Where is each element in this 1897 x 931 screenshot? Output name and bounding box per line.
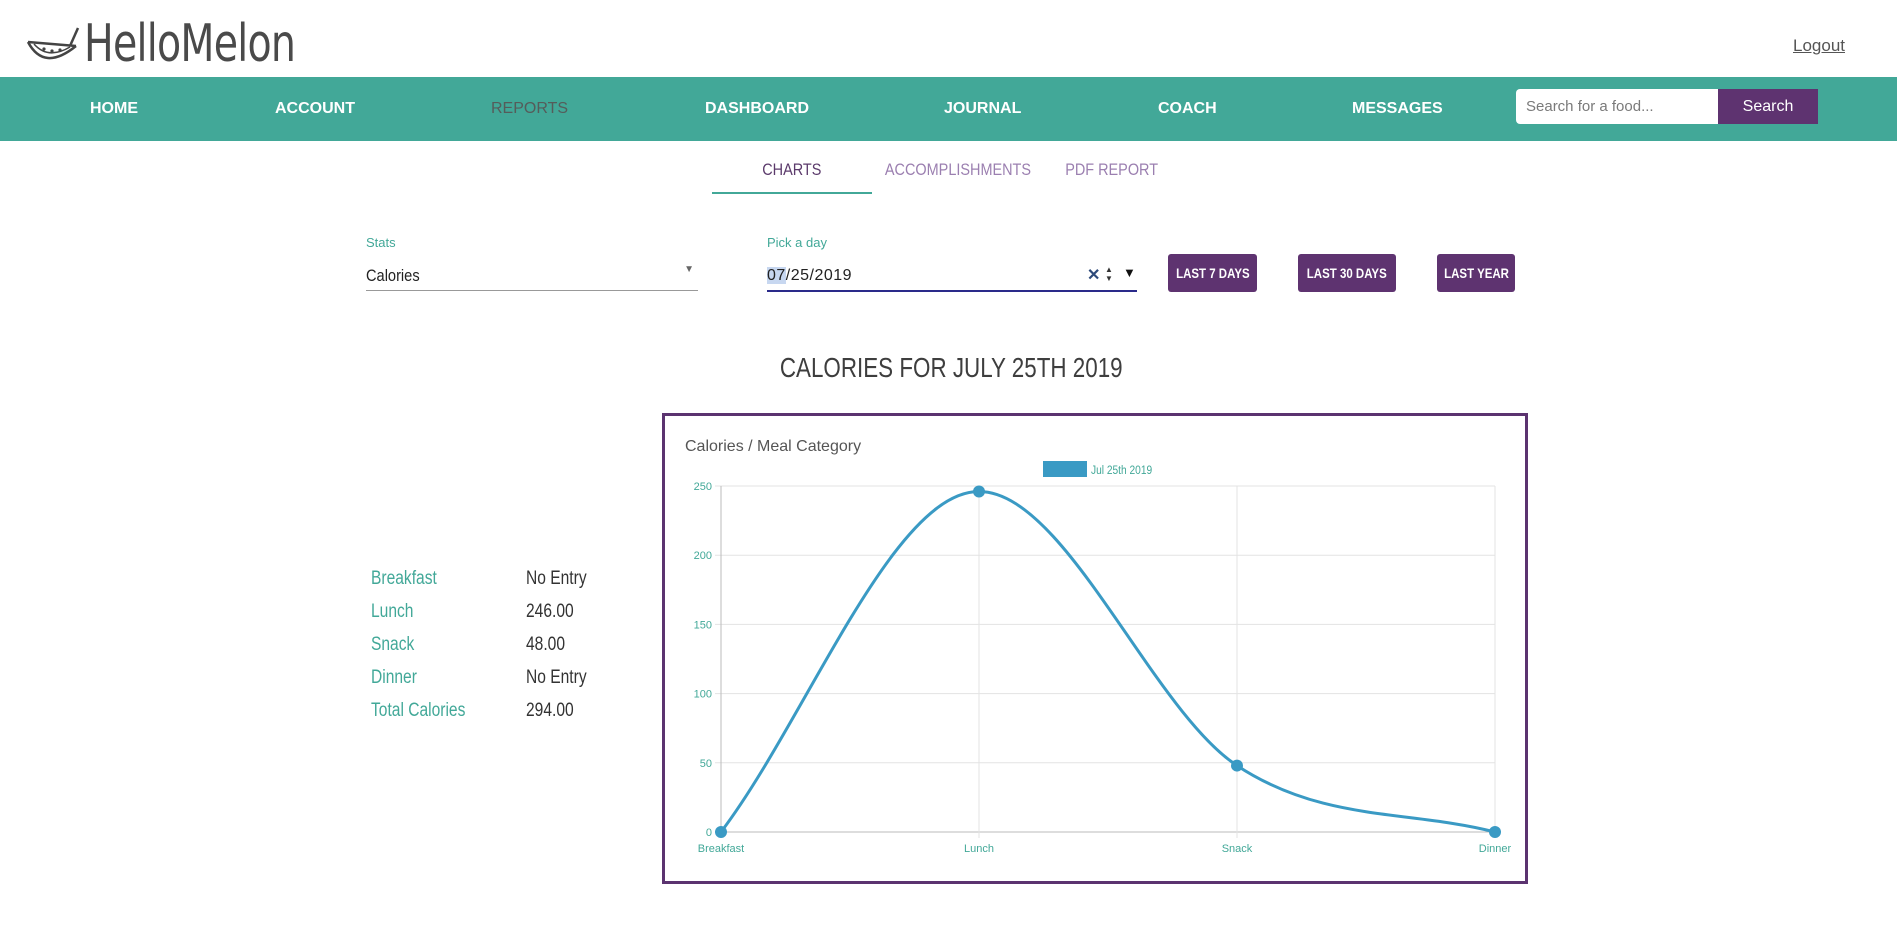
date-value: 07/25/2019: [767, 267, 852, 285]
chevron-down-icon: ▼: [684, 264, 694, 275]
chart-canvas: Calories / Meal Category Jul 25th 2019 0…: [685, 438, 1512, 855]
last-year-label: LAST YEAR: [1444, 265, 1509, 281]
date-label: Pick a day: [767, 235, 827, 250]
search-button[interactable]: Search: [1718, 89, 1818, 124]
stat-label-dinner: Dinner: [371, 667, 417, 688]
tab-charts[interactable]: CHARTS: [712, 158, 872, 194]
watermelon-icon: [26, 27, 80, 60]
tab-accomplishments[interactable]: ACCOMPLISHMENTS: [872, 158, 1032, 192]
x-tick-label: Dinner: [1479, 843, 1512, 855]
stat-label-breakfast: Breakfast: [371, 568, 437, 589]
nav-account[interactable]: ACCOUNT: [275, 77, 355, 141]
date-rest-segment[interactable]: /25/2019: [786, 267, 852, 284]
legend-label: Jul 25th 2019: [1091, 464, 1152, 477]
brand-logo[interactable]: HelloMelon: [24, 14, 362, 74]
y-tick-label: 50: [700, 758, 712, 770]
main-navbar: HOME ACCOUNT REPORTS DASHBOARD JOURNAL C…: [0, 77, 1897, 141]
dropdown-arrow-icon[interactable]: ▼: [1123, 265, 1136, 280]
y-tick-label: 150: [694, 619, 712, 631]
tab-charts-label: CHARTS: [762, 160, 822, 179]
y-tick-label: 250: [694, 481, 712, 493]
last-year-button[interactable]: LAST YEAR: [1437, 254, 1515, 292]
data-point: [1489, 826, 1501, 838]
stat-value-breakfast: No Entry: [526, 568, 587, 589]
data-point: [715, 826, 727, 838]
data-point: [973, 485, 985, 498]
nav-coach[interactable]: COACH: [1158, 77, 1217, 141]
nav-dashboard[interactable]: DASHBOARD: [705, 77, 809, 141]
tab-pdf-report-label: PDF REPORT: [1065, 160, 1159, 179]
nav-journal[interactable]: JOURNAL: [944, 77, 1021, 141]
y-tick-label: 200: [694, 550, 712, 562]
last-30-days-button[interactable]: LAST 30 DAYS: [1298, 254, 1396, 292]
clear-icon[interactable]: ✕: [1087, 265, 1100, 285]
y-tick-label: 100: [694, 689, 712, 701]
x-tick-label: Breakfast: [698, 843, 744, 855]
chart-title: Calories / Meal Category: [685, 438, 861, 455]
calories-chart: Calories / Meal Category Jul 25th 2019 0…: [662, 413, 1528, 884]
tab-pdf-report[interactable]: PDF REPORT: [1032, 158, 1192, 192]
nav-reports[interactable]: REPORTS: [491, 77, 568, 141]
stats-select[interactable]: Calories ▼: [366, 262, 698, 291]
stat-value-total: 294.00: [526, 700, 574, 721]
legend-swatch[interactable]: [1043, 461, 1087, 477]
page-title-text: CALORIES FOR JULY 25TH 2019: [780, 352, 1123, 383]
x-tick-label: Snack: [1222, 843, 1253, 855]
last-7-days-button[interactable]: LAST 7 DAYS: [1168, 254, 1257, 292]
date-input[interactable]: 07/25/2019 ✕ ▲ ▼ ▼: [767, 262, 1137, 292]
data-point: [1231, 759, 1243, 772]
y-tick-label: 0: [706, 827, 712, 839]
nav-messages[interactable]: MESSAGES: [1352, 77, 1443, 141]
food-search-input[interactable]: [1516, 89, 1722, 124]
stat-value-lunch: 246.00: [526, 601, 574, 622]
logout-link[interactable]: Logout: [1793, 36, 1845, 56]
series-line: [719, 490, 1496, 834]
stats-label: Stats: [366, 235, 396, 250]
brand-name: HelloMelon: [84, 14, 296, 74]
report-tabs: CHARTS ACCOMPLISHMENTS PDF REPORT: [0, 158, 1897, 194]
nav-home[interactable]: HOME: [90, 77, 138, 141]
stat-label-snack: Snack: [371, 634, 415, 655]
stat-value-dinner: No Entry: [526, 667, 587, 688]
date-month-segment[interactable]: 07: [767, 267, 786, 284]
x-tick-label: Lunch: [964, 843, 994, 855]
last-30-days-label: LAST 30 DAYS: [1307, 265, 1387, 281]
spinner-icon[interactable]: ▲ ▼: [1105, 265, 1115, 283]
tab-accomplishments-label: ACCOMPLISHMENTS: [884, 160, 1032, 179]
stat-label-total: Total Calories: [371, 700, 466, 721]
stat-value-snack: 48.00: [526, 634, 565, 655]
stat-label-lunch: Lunch: [371, 601, 414, 622]
last-7-days-label: LAST 7 DAYS: [1176, 265, 1250, 281]
stats-select-value: Calories: [366, 266, 420, 285]
page-title: CALORIES FOR JULY 25TH 2019: [0, 352, 1897, 384]
